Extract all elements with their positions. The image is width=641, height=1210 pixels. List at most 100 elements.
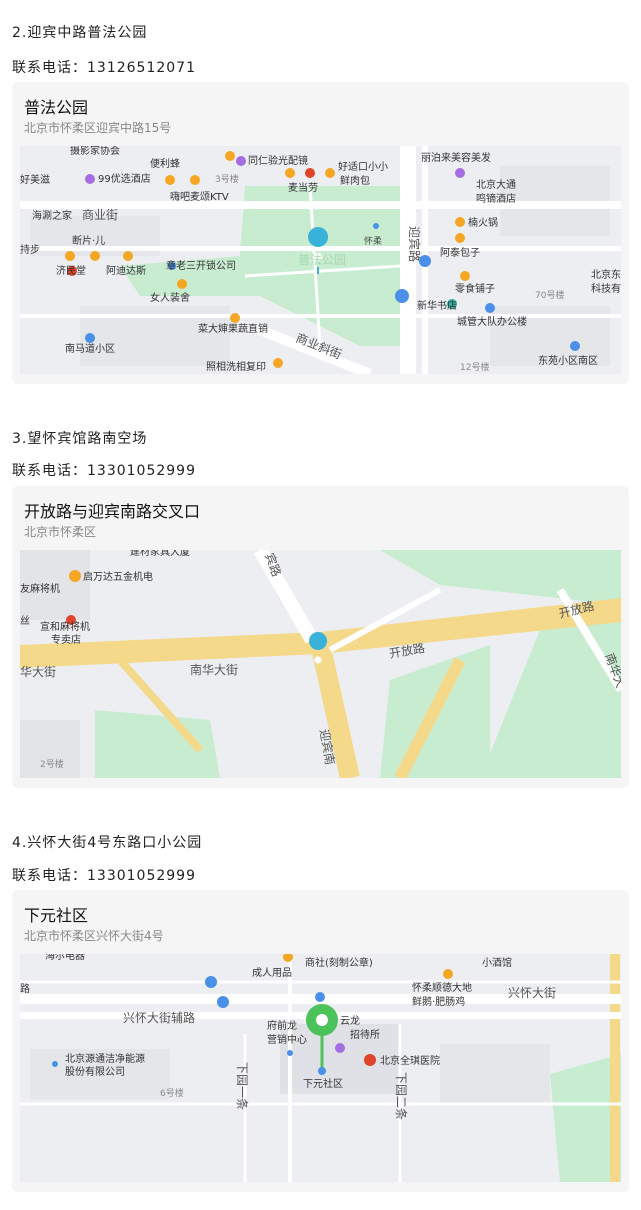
map-label: 城管大队办公楼 (457, 315, 527, 328)
map-label: 南马道小区 (65, 342, 115, 355)
location-title: 下元社区 (24, 906, 89, 925)
community-icon (318, 1067, 326, 1075)
map-label: 同仁验光配镜 (248, 154, 308, 167)
map-label: 小酒馆 (482, 956, 512, 969)
location-marker-icon[interactable] (309, 632, 328, 650)
map-label: 下元社区 (303, 1077, 343, 1090)
road-label: 下园二条 (394, 1072, 408, 1120)
map-label: 宣和麻将机 (40, 620, 90, 633)
map-label: 鸣镝酒店 (476, 192, 516, 205)
map-canvas[interactable]: 建材家具大厦 启万达五金机电 友麻将机 丝 宣和麻将机 专卖店 2号楼 宾路 开… (20, 550, 621, 778)
map-label: 专卖店 (51, 633, 81, 646)
road-label: 下园一条 (235, 1062, 249, 1110)
map-label: 友麻将机 (20, 582, 60, 595)
map-view[interactable]: 海尔电器 商社(刻制公章) 小酒馆 成人用品 怀柔顺德大地 鲜鹅·肥肠鸡 府前龙… (20, 954, 621, 1182)
map-label: 2号楼 (40, 758, 64, 770)
map-label: 菜大婶果蔬直销 (198, 322, 268, 335)
map-label: 东苑小区南区 (538, 354, 598, 367)
poi-icon (460, 271, 470, 281)
map-label: 丽泊来美容美发 (421, 151, 491, 164)
road-label: 迎宾路 (407, 226, 422, 262)
map-label: 北京大通 (476, 178, 516, 191)
poi-icon (85, 174, 95, 184)
poi-icon (123, 251, 133, 261)
poi-icon (455, 233, 465, 243)
road-label: 华大街 (20, 665, 56, 679)
map-label: 70号楼 (535, 289, 564, 301)
map-label: 6号楼 (160, 1087, 184, 1099)
bus-stop-icon (217, 996, 229, 1008)
road-label: 兴怀大街 (508, 986, 556, 1000)
location-marker-icon[interactable] (308, 227, 329, 247)
map-label: 麦当劳 (288, 181, 318, 194)
map-label: 商社(刻制公章) (305, 956, 373, 969)
poi-icon (455, 168, 465, 178)
mcdonalds-icon (305, 168, 315, 178)
map-label: 女人装舍 (150, 291, 190, 304)
entry-heading: 2.迎宾中路普法公园 (12, 25, 148, 41)
map-view[interactable]: 建材家具大厦 启万达五金机电 友麻将机 丝 宣和麻将机 专卖店 2号楼 宾路 开… (20, 550, 621, 778)
poi-icon (455, 217, 465, 227)
map-view[interactable]: 摄影家协会 便利蜂 同仁验光配镜 好适口小小 鲜肉包 丽泊来美容美发 好美滋 9… (20, 146, 621, 374)
map-label: 商业街 (82, 207, 118, 222)
parking-icon (395, 289, 409, 303)
map-label: 3号楼 (215, 173, 239, 185)
location-title: 开放路与迎宾南路交叉口 (24, 502, 201, 521)
map-label: 北京源通洁净能源 (65, 1052, 145, 1065)
poi-icon (287, 1050, 293, 1056)
poi-icon (69, 570, 81, 582)
poi-icon (190, 175, 200, 185)
poi-icon (273, 358, 283, 368)
hospital-icon (364, 1054, 376, 1066)
poi-icon (285, 168, 295, 178)
poi-icon (443, 969, 453, 979)
bus-stop-icon (315, 992, 325, 1002)
poi-icon (177, 279, 187, 289)
map-label: 怀柔 (364, 235, 382, 247)
poi-icon (373, 223, 379, 229)
location-title: 普法公园 (24, 98, 89, 117)
phone-line[interactable]: 联系电话：13126512071 (12, 57, 196, 77)
map-label: 营销中心 (267, 1033, 307, 1046)
location-address: 北京市怀柔区 (24, 525, 97, 539)
poi-icon (485, 303, 495, 313)
map-label: 府前龙 (267, 1019, 297, 1032)
map-label: 股份有限公司 (65, 1065, 125, 1078)
map-label: 好美滋 (20, 173, 50, 186)
road-label: 兴怀大街辅路 (123, 1010, 195, 1025)
location-card[interactable]: 下元社区 北京市怀柔区兴怀大街4号 海尔电器 商社(刻制公章) 小酒馆 成人用品… (12, 890, 629, 1192)
poi-icon (570, 341, 580, 351)
map-label: 科技有 (591, 282, 621, 295)
location-card[interactable]: 普法公园 北京市怀柔区迎宾中路15号 摄影家协会 便利蜂 同仁验光配镜 好适口小… (12, 82, 629, 384)
poi-icon (65, 251, 75, 261)
map-label: 北京全琪医院 (380, 1054, 440, 1067)
map-label: 零食铺子 (455, 282, 495, 295)
poi-icon (90, 251, 100, 261)
poi-icon (85, 333, 95, 343)
parking-icon (205, 976, 217, 988)
map-canvas[interactable]: 摄影家协会 便利蜂 同仁验光配镜 好适口小小 鲜肉包 丽泊来美容美发 好美滋 9… (20, 146, 621, 374)
map-canvas[interactable]: 海尔电器 商社(刻制公章) 小酒馆 成人用品 怀柔顺德大地 鲜鹅·肥肠鸡 府前龙… (20, 954, 621, 1182)
entry-heading: 4.兴怀大街4号东路口小公园 (12, 835, 203, 851)
poi-icon (230, 313, 240, 323)
map-label: 普法公园 (298, 253, 346, 267)
poi-icon (325, 168, 335, 178)
map-label: 招待所 (350, 1028, 380, 1041)
map-label: 好适口小小 (338, 161, 388, 173)
poi-icon (236, 156, 246, 166)
poi-icon (52, 1061, 58, 1067)
map-label: 新华书店 (417, 299, 457, 312)
map-label: 章老三开锁公司 (166, 259, 236, 272)
phone-line[interactable]: 联系电话：13301052999 (12, 865, 196, 885)
location-card[interactable]: 开放路与迎宾南路交叉口 北京市怀柔区 建材家具大厦 启万达五金机电 友麻将机 丝… (12, 486, 629, 788)
map-label: 楠火锅 (468, 216, 498, 229)
map-label: 北京东 (591, 268, 621, 281)
map-label: 启万达五金机电 (83, 570, 153, 583)
map-label: 鲜肉包 (340, 174, 370, 187)
map-label: 断片·儿 (72, 234, 105, 247)
phone-line[interactable]: 联系电话：13301052999 (12, 460, 196, 480)
poi-icon (225, 151, 235, 161)
map-label: 海涮之家 (32, 209, 72, 222)
map-label: 丝 (20, 615, 30, 627)
location-address: 北京市怀柔区迎宾中路15号 (24, 121, 172, 135)
